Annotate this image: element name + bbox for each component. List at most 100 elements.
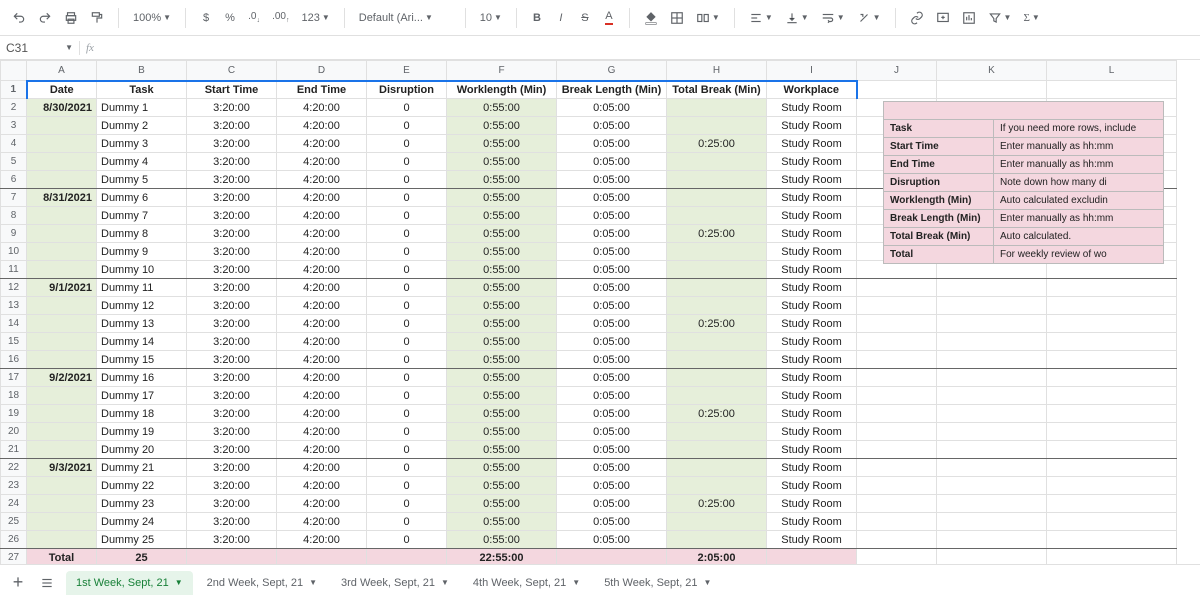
cell[interactable]: 4:20:00 [277, 135, 367, 153]
sheet-tab[interactable]: 4th Week, Sept, 21▼ [463, 571, 590, 595]
col-header-I[interactable]: I [767, 61, 857, 81]
cell[interactable]: 4:20:00 [277, 333, 367, 351]
cell[interactable]: 4:20:00 [277, 207, 367, 225]
cell[interactable]: 0:25:00 [667, 405, 767, 423]
cell[interactable]: Dummy 5 [97, 171, 187, 189]
fill-color-button[interactable] [640, 6, 662, 30]
cell[interactable]: 0:05:00 [557, 135, 667, 153]
cell[interactable]: 3:20:00 [187, 477, 277, 495]
name-box[interactable]: C31▼ [0, 41, 80, 55]
cell[interactable]: 0:05:00 [557, 423, 667, 441]
cell[interactable] [27, 315, 97, 333]
cell[interactable] [937, 369, 1047, 387]
cell[interactable]: Dummy 3 [97, 135, 187, 153]
cell[interactable] [27, 117, 97, 135]
merge-dropdown[interactable]: ▼ [692, 9, 724, 27]
cell[interactable]: 8/30/2021 [27, 99, 97, 117]
cell[interactable]: 4:20:00 [277, 405, 367, 423]
increase-decimal-button[interactable]: .00↑ [268, 6, 293, 30]
cell[interactable]: 0:55:00 [447, 243, 557, 261]
row-header[interactable]: 6 [1, 171, 27, 189]
cell[interactable]: Total Break (Min) [667, 81, 767, 99]
cell[interactable] [277, 549, 367, 565]
cell[interactable]: 0:25:00 [667, 135, 767, 153]
cell[interactable] [767, 549, 857, 565]
cell[interactable]: 0:05:00 [557, 333, 667, 351]
cell[interactable] [1047, 369, 1177, 387]
cell[interactable]: 4:20:00 [277, 153, 367, 171]
row-header[interactable]: 23 [1, 477, 27, 495]
cell[interactable]: 0:05:00 [557, 117, 667, 135]
row-header[interactable]: 3 [1, 117, 27, 135]
cell[interactable]: 0 [367, 153, 447, 171]
cell[interactable]: 0:55:00 [447, 459, 557, 477]
cell[interactable]: 0:05:00 [557, 243, 667, 261]
cell[interactable]: Dummy 12 [97, 297, 187, 315]
cell[interactable] [937, 81, 1047, 99]
cell[interactable]: 3:20:00 [187, 351, 277, 369]
cell[interactable] [27, 531, 97, 549]
comment-button[interactable] [932, 6, 954, 30]
cell[interactable]: Dummy 6 [97, 189, 187, 207]
cell[interactable]: End Time [277, 81, 367, 99]
row-header[interactable]: 20 [1, 423, 27, 441]
cell[interactable]: Dummy 2 [97, 117, 187, 135]
functions-dropdown[interactable]: Σ▼ [1019, 10, 1043, 26]
borders-button[interactable] [666, 6, 688, 30]
cell[interactable]: 4:20:00 [277, 441, 367, 459]
cell[interactable]: 2:05:00 [667, 549, 767, 565]
cell[interactable]: Dummy 16 [97, 369, 187, 387]
decrease-decimal-button[interactable]: .0↓ [244, 6, 264, 30]
cell[interactable]: 0 [367, 333, 447, 351]
cell[interactable]: 4:20:00 [277, 351, 367, 369]
cell[interactable] [1047, 549, 1177, 565]
cell[interactable] [1047, 513, 1177, 531]
cell[interactable]: Dummy 20 [97, 441, 187, 459]
sheet-tab[interactable]: 3rd Week, Sept, 21▼ [331, 571, 459, 595]
cell[interactable]: 0:05:00 [557, 207, 667, 225]
col-header-A[interactable]: A [27, 61, 97, 81]
cell[interactable]: 3:20:00 [187, 135, 277, 153]
cell[interactable]: Total [27, 549, 97, 565]
font-size-dropdown[interactable]: 10▼ [476, 10, 506, 26]
cell[interactable] [667, 351, 767, 369]
cell[interactable]: Dummy 7 [97, 207, 187, 225]
cell[interactable]: 0:05:00 [557, 495, 667, 513]
cell[interactable]: 0:05:00 [557, 477, 667, 495]
cell[interactable] [667, 423, 767, 441]
cell[interactable] [27, 351, 97, 369]
cell[interactable]: 4:20:00 [277, 477, 367, 495]
cell[interactable]: 4:20:00 [277, 99, 367, 117]
cell[interactable]: 9/1/2021 [27, 279, 97, 297]
row-header[interactable]: 8 [1, 207, 27, 225]
cell[interactable]: Study Room [767, 513, 857, 531]
row-header[interactable]: 4 [1, 135, 27, 153]
cell[interactable]: 0 [367, 405, 447, 423]
cell[interactable]: Dummy 17 [97, 387, 187, 405]
row-header[interactable]: 27 [1, 549, 27, 565]
cell[interactable]: 4:20:00 [277, 171, 367, 189]
cell[interactable]: Task [97, 81, 187, 99]
cell[interactable]: 0:55:00 [447, 153, 557, 171]
all-sheets-button[interactable] [36, 571, 58, 595]
cell[interactable]: 0 [367, 297, 447, 315]
cell[interactable]: Study Room [767, 387, 857, 405]
row-header[interactable]: 5 [1, 153, 27, 171]
sheet-tab[interactable]: 2nd Week, Sept, 21▼ [197, 571, 327, 595]
cell[interactable]: 3:20:00 [187, 495, 277, 513]
cell[interactable]: 0:55:00 [447, 117, 557, 135]
cell[interactable]: 3:20:00 [187, 261, 277, 279]
cell[interactable]: 3:20:00 [187, 153, 277, 171]
cell[interactable]: 4:20:00 [277, 495, 367, 513]
cell[interactable]: 0:05:00 [557, 225, 667, 243]
v-align-dropdown[interactable]: ▼ [781, 9, 813, 27]
cell[interactable] [1047, 351, 1177, 369]
cell[interactable]: 0:55:00 [447, 261, 557, 279]
cell[interactable]: 0 [367, 441, 447, 459]
cell[interactable]: Start Time [187, 81, 277, 99]
cell[interactable]: Dummy 23 [97, 495, 187, 513]
row-header[interactable]: 14 [1, 315, 27, 333]
cell[interactable] [1047, 531, 1177, 549]
cell[interactable]: Study Room [767, 477, 857, 495]
cell[interactable]: 0 [367, 477, 447, 495]
